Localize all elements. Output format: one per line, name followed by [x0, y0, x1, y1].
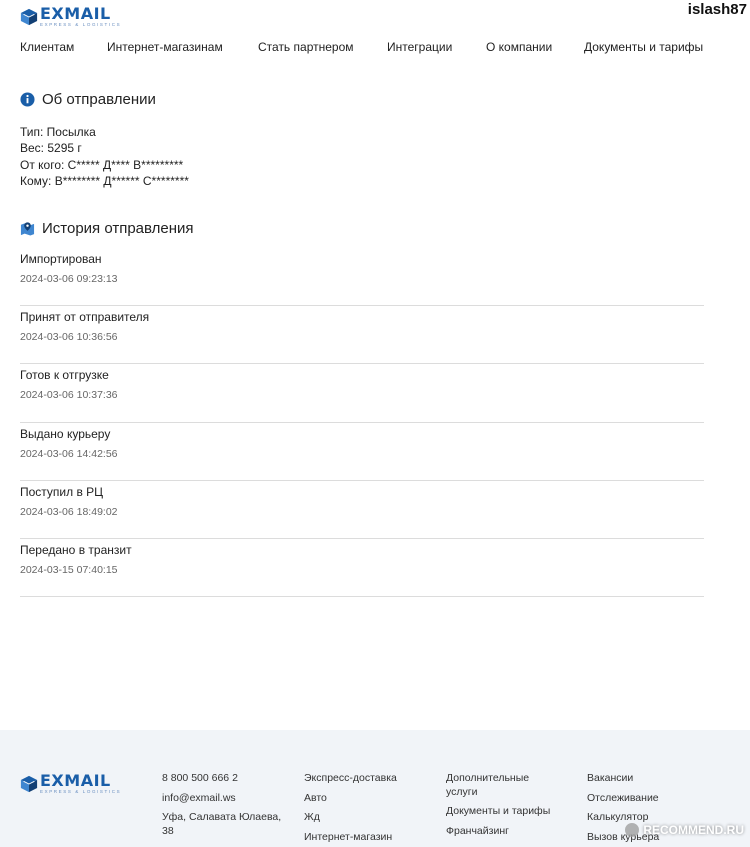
event-status: Передано в транзит [20, 542, 132, 557]
event-status: Принят от отправителя [20, 310, 150, 325]
footer-info: Дополнительные услуги Документы и тарифы… [446, 772, 550, 844]
history-title: История отправления [42, 220, 194, 237]
history-event: Принят от отправителя 2024-03-06 10:36:5… [20, 306, 704, 365]
footer-address: Уфа, Салавата Юлаева, 38 [162, 811, 282, 837]
main-nav: Клиентам Интернет-магазинам Стать партне… [0, 40, 750, 56]
shipment-weight: Вес: 5295 г [20, 141, 82, 156]
nav-item-become-partner[interactable]: Стать партнером [258, 40, 354, 54]
footer-link[interactable]: Вакансии [587, 772, 659, 786]
shipment-sender: От кого: С***** Д**** В********* [20, 157, 184, 172]
footer-phone[interactable]: 8 800 500 666 2 [162, 772, 282, 786]
footer-link[interactable]: Отслеживание [587, 792, 659, 806]
logo-text: EXMAIL [40, 771, 111, 790]
footer-link[interactable]: Интернет-магазин [304, 831, 397, 845]
footer-logo[interactable]: EXMAIL EXPRESS & LOGISTICS [20, 773, 121, 795]
history-list: Импортирован 2024-03-06 09:23:13 Принят … [20, 248, 704, 598]
header: EXMAIL EXPRESS & LOGISTICS islash87 [0, 0, 750, 36]
nav-item-about[interactable]: О компании [486, 40, 552, 54]
event-time: 2024-03-06 18:49:02 [20, 505, 118, 518]
event-status: Готов к отгрузке [20, 368, 109, 383]
footer-link[interactable]: Дополнительные услуги [446, 772, 541, 799]
history-event: Выдано курьеру 2024-03-06 14:42:56 [20, 423, 704, 481]
event-time: 2024-03-06 10:36:56 [20, 331, 118, 344]
logo-cube-icon [20, 775, 38, 792]
event-time: 2024-03-06 09:23:13 [20, 273, 118, 285]
shipment-type: Тип: Посылка [20, 125, 96, 139]
footer-link[interactable]: Экспресс-доставка [304, 772, 397, 786]
footer-link[interactable]: Документы и тарифы [446, 805, 550, 819]
history-section-title: История отправления [20, 220, 194, 237]
event-time: 2024-03-06 14:42:56 [20, 447, 118, 460]
nav-item-documents[interactable]: Документы и тарифы [584, 40, 703, 54]
event-time: 2024-03-06 10:37:36 [20, 389, 118, 402]
event-status: Выдано курьеру [20, 426, 111, 441]
event-status: Импортирован [20, 252, 102, 266]
footer: EXMAIL EXPRESS & LOGISTICS 8 800 500 666… [0, 730, 750, 847]
footer-link[interactable]: Жд [304, 811, 397, 825]
history-event: Передано в транзит 2024-03-15 07:40:15 [20, 539, 704, 598]
footer-services: Экспресс-доставка Авто Жд Интернет-магаз… [304, 772, 397, 847]
nav-item-online-stores[interactable]: Интернет-магазинам [107, 40, 223, 54]
logo-tagline: EXPRESS & LOGISTICS [40, 22, 122, 27]
exmail-logo[interactable]: EXMAIL EXPRESS & LOGISTICS [20, 6, 121, 28]
nav-item-clients[interactable]: Клиентам [20, 40, 74, 54]
watermark: RECOMMEND.RU [625, 823, 744, 837]
username[interactable]: islash87 [688, 1, 747, 18]
shipment-details: Тип: Посылка Вес: 5295 г От кого: С*****… [20, 124, 189, 189]
watermark-icon [625, 823, 640, 837]
footer-email[interactable]: info@exmail.ws [162, 792, 282, 806]
history-event: Готов к отгрузке 2024-03-06 10:37:36 [20, 364, 704, 423]
shipment-section-title: Об отправлении [20, 91, 156, 108]
logo-tagline: EXPRESS & LOGISTICS [40, 789, 122, 794]
footer-link[interactable]: Франчайзинг [446, 825, 550, 839]
shipment-title: Об отправлении [42, 91, 156, 108]
event-time: 2024-03-15 07:40:15 [20, 563, 118, 576]
logo-cube-icon [20, 8, 38, 25]
footer-contacts: 8 800 500 666 2 info@exmail.ws Уфа, Сала… [162, 772, 282, 844]
watermark-text: RECOMMEND.RU [643, 823, 744, 837]
nav-item-integrations[interactable]: Интеграции [387, 40, 452, 54]
logo-text: EXMAIL [40, 4, 111, 23]
footer-link[interactable]: Авто [304, 792, 397, 806]
event-status: Поступил в РЦ [20, 484, 104, 499]
history-event: Импортирован 2024-03-06 09:23:13 [20, 248, 704, 307]
info-icon [20, 92, 35, 107]
shipment-recipient: Кому: В******** Д****** С******** [20, 173, 189, 188]
map-pin-icon [20, 222, 35, 236]
history-event: Поступил в РЦ 2024-03-06 18:49:02 [20, 481, 704, 539]
